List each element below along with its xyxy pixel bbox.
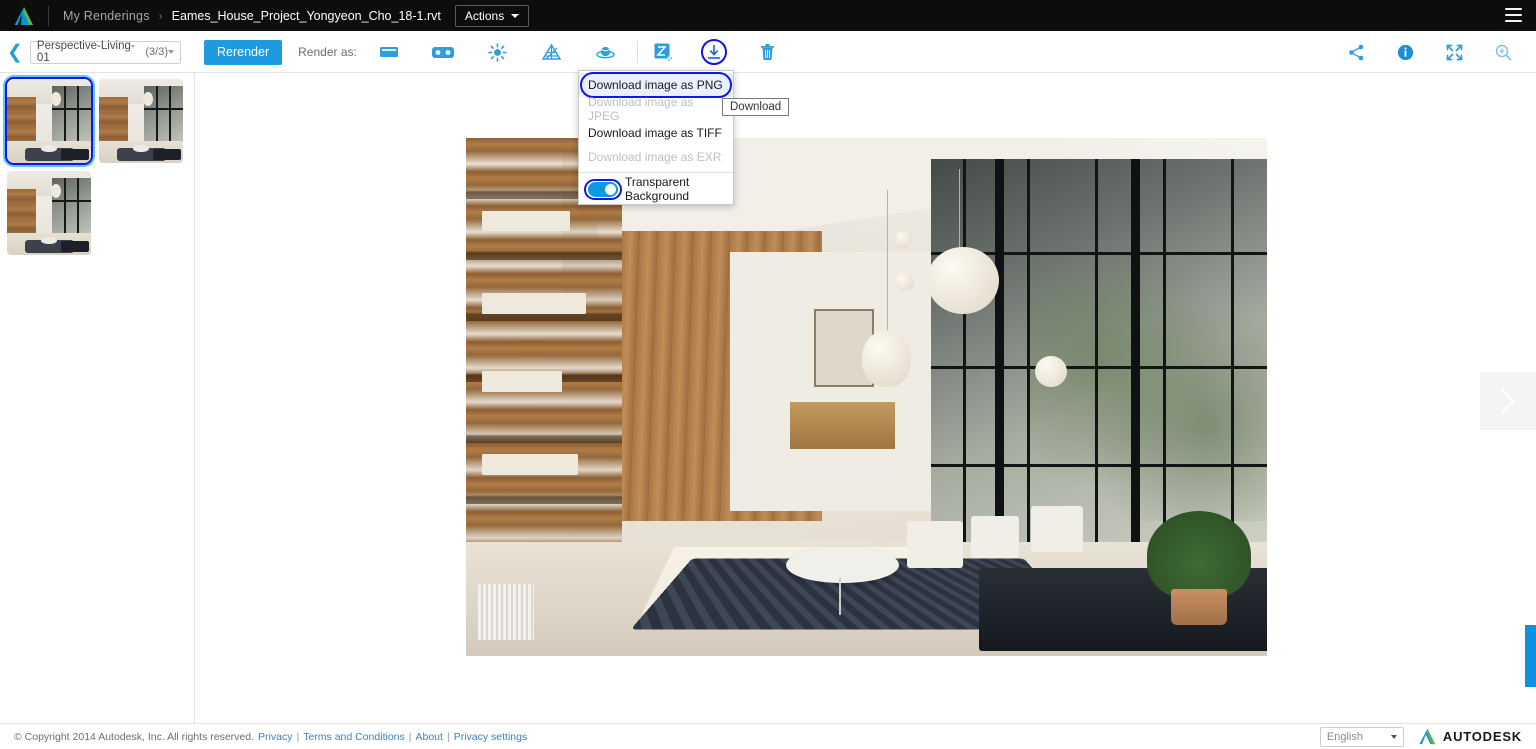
autodesk-brand: AUTODESK xyxy=(1418,728,1522,745)
footer-link-terms[interactable]: Terms and Conditions xyxy=(303,731,405,743)
render-image[interactable] xyxy=(466,138,1267,656)
chevron-left-icon[interactable]: ❮ xyxy=(7,43,23,62)
chevron-down-icon xyxy=(168,50,174,54)
header-divider xyxy=(48,5,49,26)
autodesk-logo-icon xyxy=(1419,728,1436,745)
breadcrumb-separator-icon: › xyxy=(158,8,163,23)
chevron-right-icon xyxy=(1501,388,1515,414)
view-selector-area: ❮ Perspective-Living-01 (3/3) xyxy=(0,31,195,73)
trash-icon[interactable] xyxy=(749,37,786,67)
footer-link-about[interactable]: About xyxy=(416,731,443,743)
toolbar-divider xyxy=(636,41,638,63)
menu-item-label: Download image as TIFF xyxy=(588,126,722,140)
next-image-button[interactable] xyxy=(1480,372,1536,430)
thumbnail-preview xyxy=(7,171,91,255)
top-header: My Renderings › Eames_House_Project_Yong… xyxy=(0,0,1536,31)
view-count: (3/3) xyxy=(145,46,168,58)
actions-label: Actions xyxy=(464,8,505,23)
footer-separator: | xyxy=(296,730,300,743)
render-as-label: Render as: xyxy=(298,45,357,59)
transparent-background-toggle[interactable] xyxy=(588,181,618,197)
language-value: English xyxy=(1326,730,1363,743)
toolbar-main: Rerender Render as: xyxy=(195,31,1536,73)
breadcrumb-root[interactable]: My Renderings xyxy=(63,9,150,23)
menu-divider xyxy=(579,172,733,173)
enhance-image-icon[interactable] xyxy=(645,37,682,67)
actions-button[interactable]: Actions xyxy=(454,4,530,27)
thumbnail-preview xyxy=(99,79,183,163)
toolbar-right-icons xyxy=(1338,37,1536,67)
app-root: My Renderings › Eames_House_Project_Yong… xyxy=(0,0,1536,749)
vertical-scrollbar-thumb[interactable] xyxy=(1525,625,1536,687)
transparent-background-label: Transparent Background xyxy=(625,175,690,203)
language-select[interactable]: English xyxy=(1319,726,1404,747)
menu-item-download-png[interactable]: Download image as PNG xyxy=(579,72,733,98)
info-icon[interactable] xyxy=(1387,37,1424,67)
menu-item-label: Download image as JPEG xyxy=(588,95,694,123)
download-tooltip: Download xyxy=(722,98,790,116)
view-select[interactable]: Perspective-Living-01 (3/3) xyxy=(29,40,181,64)
footer-link-privacy-settings[interactable]: Privacy settings xyxy=(454,731,528,743)
render-viewer xyxy=(195,73,1536,723)
share-icon[interactable] xyxy=(1338,37,1375,67)
view-name: Perspective-Living-01 xyxy=(36,40,135,64)
menu-item-download-jpeg: Download image as JPEG xyxy=(579,95,733,123)
chevron-down-icon xyxy=(511,13,520,18)
footer-separator: | xyxy=(408,730,412,743)
hamburger-menu-icon[interactable] xyxy=(1505,8,1522,22)
thumbnail-sidebar xyxy=(0,73,195,723)
menu-item-label: Download image as PNG xyxy=(588,78,723,92)
thumbnail-3[interactable] xyxy=(7,171,91,255)
thumbnail-1[interactable] xyxy=(5,77,93,165)
menu-item-download-exr: Download image as EXR xyxy=(579,145,733,169)
thumbnail-grid xyxy=(5,77,194,255)
fullscreen-icon[interactable] xyxy=(1436,37,1473,67)
toolbar: ❮ Perspective-Living-01 (3/3) Rerender R… xyxy=(0,31,1536,73)
autodesk-wordmark: AUTODESK xyxy=(1442,729,1522,744)
360-render-icon[interactable] xyxy=(587,37,624,67)
chevron-down-icon xyxy=(1390,734,1397,739)
footer-separator: | xyxy=(446,730,450,743)
stereo-panorama-icon[interactable] xyxy=(425,37,462,67)
menu-item-download-tiff[interactable]: Download image as TIFF xyxy=(579,121,733,145)
download-dropdown-menu: Download image as PNG Download image as … xyxy=(578,70,734,205)
zoom-in-icon[interactable] xyxy=(1485,37,1522,67)
thumbnail-preview xyxy=(7,79,91,163)
footer-link-privacy[interactable]: Privacy xyxy=(258,731,292,743)
solar-study-icon[interactable] xyxy=(533,37,570,67)
autodesk-logo-icon[interactable] xyxy=(0,0,48,31)
download-icon[interactable] xyxy=(696,37,733,67)
thumbnail-2[interactable] xyxy=(99,79,183,163)
copyright-text: © Copyright 2014 Autodesk, Inc. All righ… xyxy=(14,730,255,743)
panorama-icon[interactable] xyxy=(371,37,408,67)
rerender-button[interactable]: Rerender xyxy=(204,39,283,65)
render-image-content xyxy=(466,138,1267,656)
footer: © Copyright 2014 Autodesk, Inc. All righ… xyxy=(0,723,1536,749)
menu-item-label: Download image as EXR xyxy=(588,150,722,164)
breadcrumb-file: Eames_House_Project_Yongyeon_Cho_18-1.rv… xyxy=(171,8,441,23)
transparent-background-row[interactable]: Transparent Background xyxy=(579,175,733,203)
illuminance-icon[interactable] xyxy=(479,37,516,67)
